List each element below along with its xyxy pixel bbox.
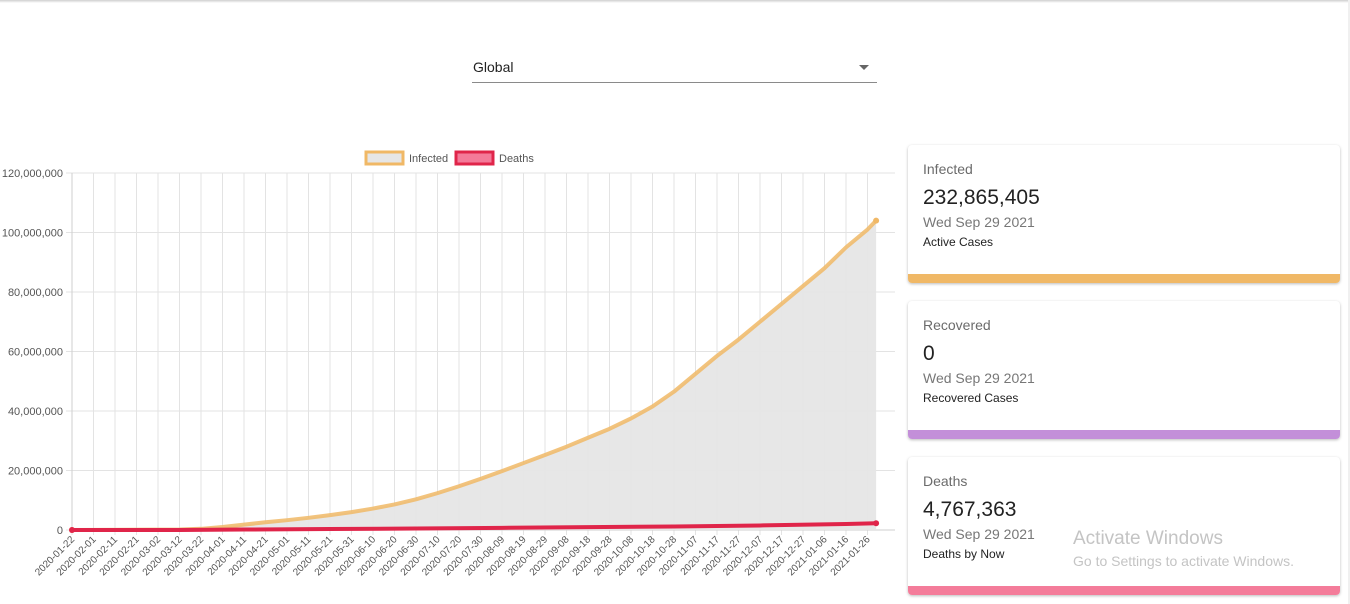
chevron-down-icon[interactable] [859,65,869,70]
card-infected: Infected 232,865,405 Wed Sep 29 2021 Act… [908,145,1340,283]
chart-svg: 0 20,000,000 40,000,000 60,000,000 80,000,00… [2,150,895,578]
card-title: Infected [923,161,973,177]
card-color-bar [908,274,1340,283]
series-start-point [69,527,75,533]
card-deaths: Deaths 4,767,363 Wed Sep 29 2021 Deaths … [908,457,1340,595]
series-area-infected [72,220,877,530]
y-tick-label: 80,000,000 [8,287,63,299]
legend-swatch-deaths [454,150,495,166]
watermark-title: Activate Windows [1073,528,1223,549]
country-select-value: Global [473,59,514,75]
legend-label-infected: Infected [409,153,448,165]
watermark-subtitle: Go to Settings to activate Windows. [1073,553,1294,569]
card-recovered: Recovered 0 Wed Sep 29 2021 Recovered Ca… [908,301,1340,439]
y-tick-label: 20,000,000 [8,466,63,478]
card-title: Recovered [923,317,991,333]
card-date: Wed Sep 29 2021 [923,214,1035,230]
card-date: Wed Sep 29 2021 [923,526,1035,542]
activate-windows-watermark: Activate Windows Go to Settings to activ… [1073,528,1294,569]
y-tick-label: 60,000,000 [8,347,63,359]
card-color-bar [908,430,1340,439]
legend-label-deaths: Deaths [499,153,534,165]
card-title: Deaths [923,473,968,489]
card-description: Recovered Cases [923,391,1019,405]
card-description: Active Cases [923,235,994,249]
card-value: 4,767,363 [923,498,1017,521]
card-description: Deaths by Now [923,547,1005,561]
series-end-point [873,217,880,224]
y-tick-label: 40,000,000 [8,406,63,418]
country-select[interactable]: Global [472,52,877,83]
y-tick-label: 120,000,000 [2,168,63,180]
y-tick-label: 0 [57,525,63,537]
card-value: 232,865,405 [923,186,1040,209]
series-end-point [873,520,880,527]
card-date: Wed Sep 29 2021 [923,370,1035,386]
covid-chart: 0 20,000,000 40,000,000 60,000,000 80,000,00… [0,140,905,604]
card-value: 0 [923,342,935,365]
legend-swatch-infected [364,150,405,166]
card-color-bar [908,586,1340,595]
top-shadow [0,0,1350,3]
y-tick-label: 100,000,000 [2,228,63,240]
